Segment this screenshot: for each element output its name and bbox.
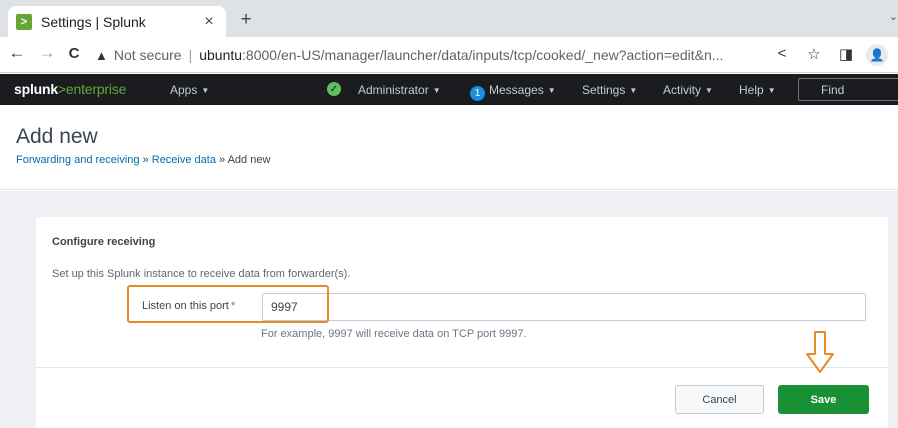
tab-close-icon[interactable]: × <box>200 13 218 31</box>
down-arrow-annotation-icon <box>806 331 834 373</box>
breadcrumb: Forwarding and receiving » Receive data … <box>16 154 270 166</box>
browser-tab[interactable]: > Settings | Splunk × <box>8 6 226 37</box>
caret-down-icon: ▼ <box>432 86 441 95</box>
settings-menu[interactable]: Settings ▼ <box>582 83 637 97</box>
breadcrumb-receive-data-link[interactable]: Receive data <box>152 154 216 166</box>
administrator-menu[interactable]: Administrator ▼ <box>358 83 441 97</box>
forward-arrow-icon[interactable]: → <box>36 43 58 63</box>
share-icon[interactable]: < <box>772 45 792 62</box>
settings-label: Settings <box>582 83 626 97</box>
breadcrumb-forwarding-link[interactable]: Forwarding and receiving <box>16 154 140 166</box>
tab-search-icon[interactable]: ⌄ <box>889 10 898 23</box>
side-panel-icon[interactable]: ◨ <box>836 45 856 63</box>
url-host: ubuntu <box>199 47 243 63</box>
back-arrow-icon[interactable]: ← <box>6 43 28 63</box>
tab-title: Settings | Splunk <box>41 13 146 30</box>
logo-gt: > <box>57 81 66 97</box>
health-ok-icon[interactable]: ✓ <box>327 82 341 96</box>
splunk-favicon-icon: > <box>16 13 32 30</box>
activity-label: Activity <box>663 83 702 97</box>
reload-icon[interactable]: C <box>63 45 85 62</box>
activity-menu[interactable]: Activity ▼ <box>663 83 713 97</box>
cancel-button[interactable]: Cancel <box>675 385 764 414</box>
section-title: Configure receiving <box>52 236 156 248</box>
not-secure-label: Not secure <box>113 47 182 63</box>
profile-avatar-icon[interactable]: 👤 <box>866 44 888 66</box>
section-help-text: Set up this Splunk instance to receive d… <box>52 268 351 280</box>
splunk-top-bar: splunk>enterprise Apps ▼ ✓ Administrator ▼… <box>0 74 898 105</box>
logo-main: splunk <box>14 81 58 97</box>
form-panel: Configure receiving Set up this Splunk i… <box>36 217 888 428</box>
page-title: Add new <box>16 125 98 148</box>
caret-down-icon: ▼ <box>767 86 776 95</box>
caret-down-icon: ▼ <box>705 86 713 95</box>
omnibox-divider: | <box>188 47 193 63</box>
splunk-logo[interactable]: splunk>enterprise <box>14 81 126 97</box>
breadcrumb-separator: » <box>139 154 152 166</box>
port-input[interactable]: 9997 <box>262 293 866 321</box>
port-help-text: For example, 9997 will receive data on T… <box>261 328 527 340</box>
browser-tabstrip: > Settings | Splunk × + ⌄ <box>0 0 898 37</box>
bookmark-star-icon[interactable]: ☆ <box>804 45 824 63</box>
breadcrumb-separator: » <box>215 154 228 166</box>
caret-down-icon: ▼ <box>629 86 638 95</box>
browser-toolbar: ← → C ▲ Not secure | ubuntu:8000/en-US/m… <box>0 37 898 73</box>
logo-product: enterprise <box>65 81 127 97</box>
administrator-label: Administrator <box>358 83 429 97</box>
help-label: Help <box>739 83 764 97</box>
messages-menu[interactable]: 1 Messages ▼ <box>470 83 556 101</box>
page-header: Add new Forwarding and receiving » Recei… <box>0 105 898 190</box>
save-button[interactable]: Save <box>778 385 869 414</box>
form-footer-divider <box>36 367 888 368</box>
apps-label: Apps <box>170 83 198 97</box>
new-tab-icon[interactable]: + <box>236 9 256 31</box>
warning-triangle-icon: ▲ <box>95 47 108 63</box>
breadcrumb-current: Add new <box>227 154 271 166</box>
highlight-box <box>127 285 329 323</box>
messages-count-badge: 1 <box>470 86 485 101</box>
caret-down-icon: ▼ <box>201 86 210 95</box>
url-path: :8000/en-US/manager/launcher/data/inputs… <box>242 47 724 63</box>
find-input[interactable]: Find <box>798 78 898 101</box>
content-area: Configure receiving Set up this Splunk i… <box>0 191 898 428</box>
caret-down-icon: ▼ <box>547 86 556 95</box>
messages-label: Messages <box>489 83 544 97</box>
apps-menu[interactable]: Apps ▼ <box>170 83 209 97</box>
address-bar[interactable]: ▲ Not secure | ubuntu:8000/en-US/manager… <box>95 41 763 69</box>
help-menu[interactable]: Help ▼ <box>739 83 776 97</box>
